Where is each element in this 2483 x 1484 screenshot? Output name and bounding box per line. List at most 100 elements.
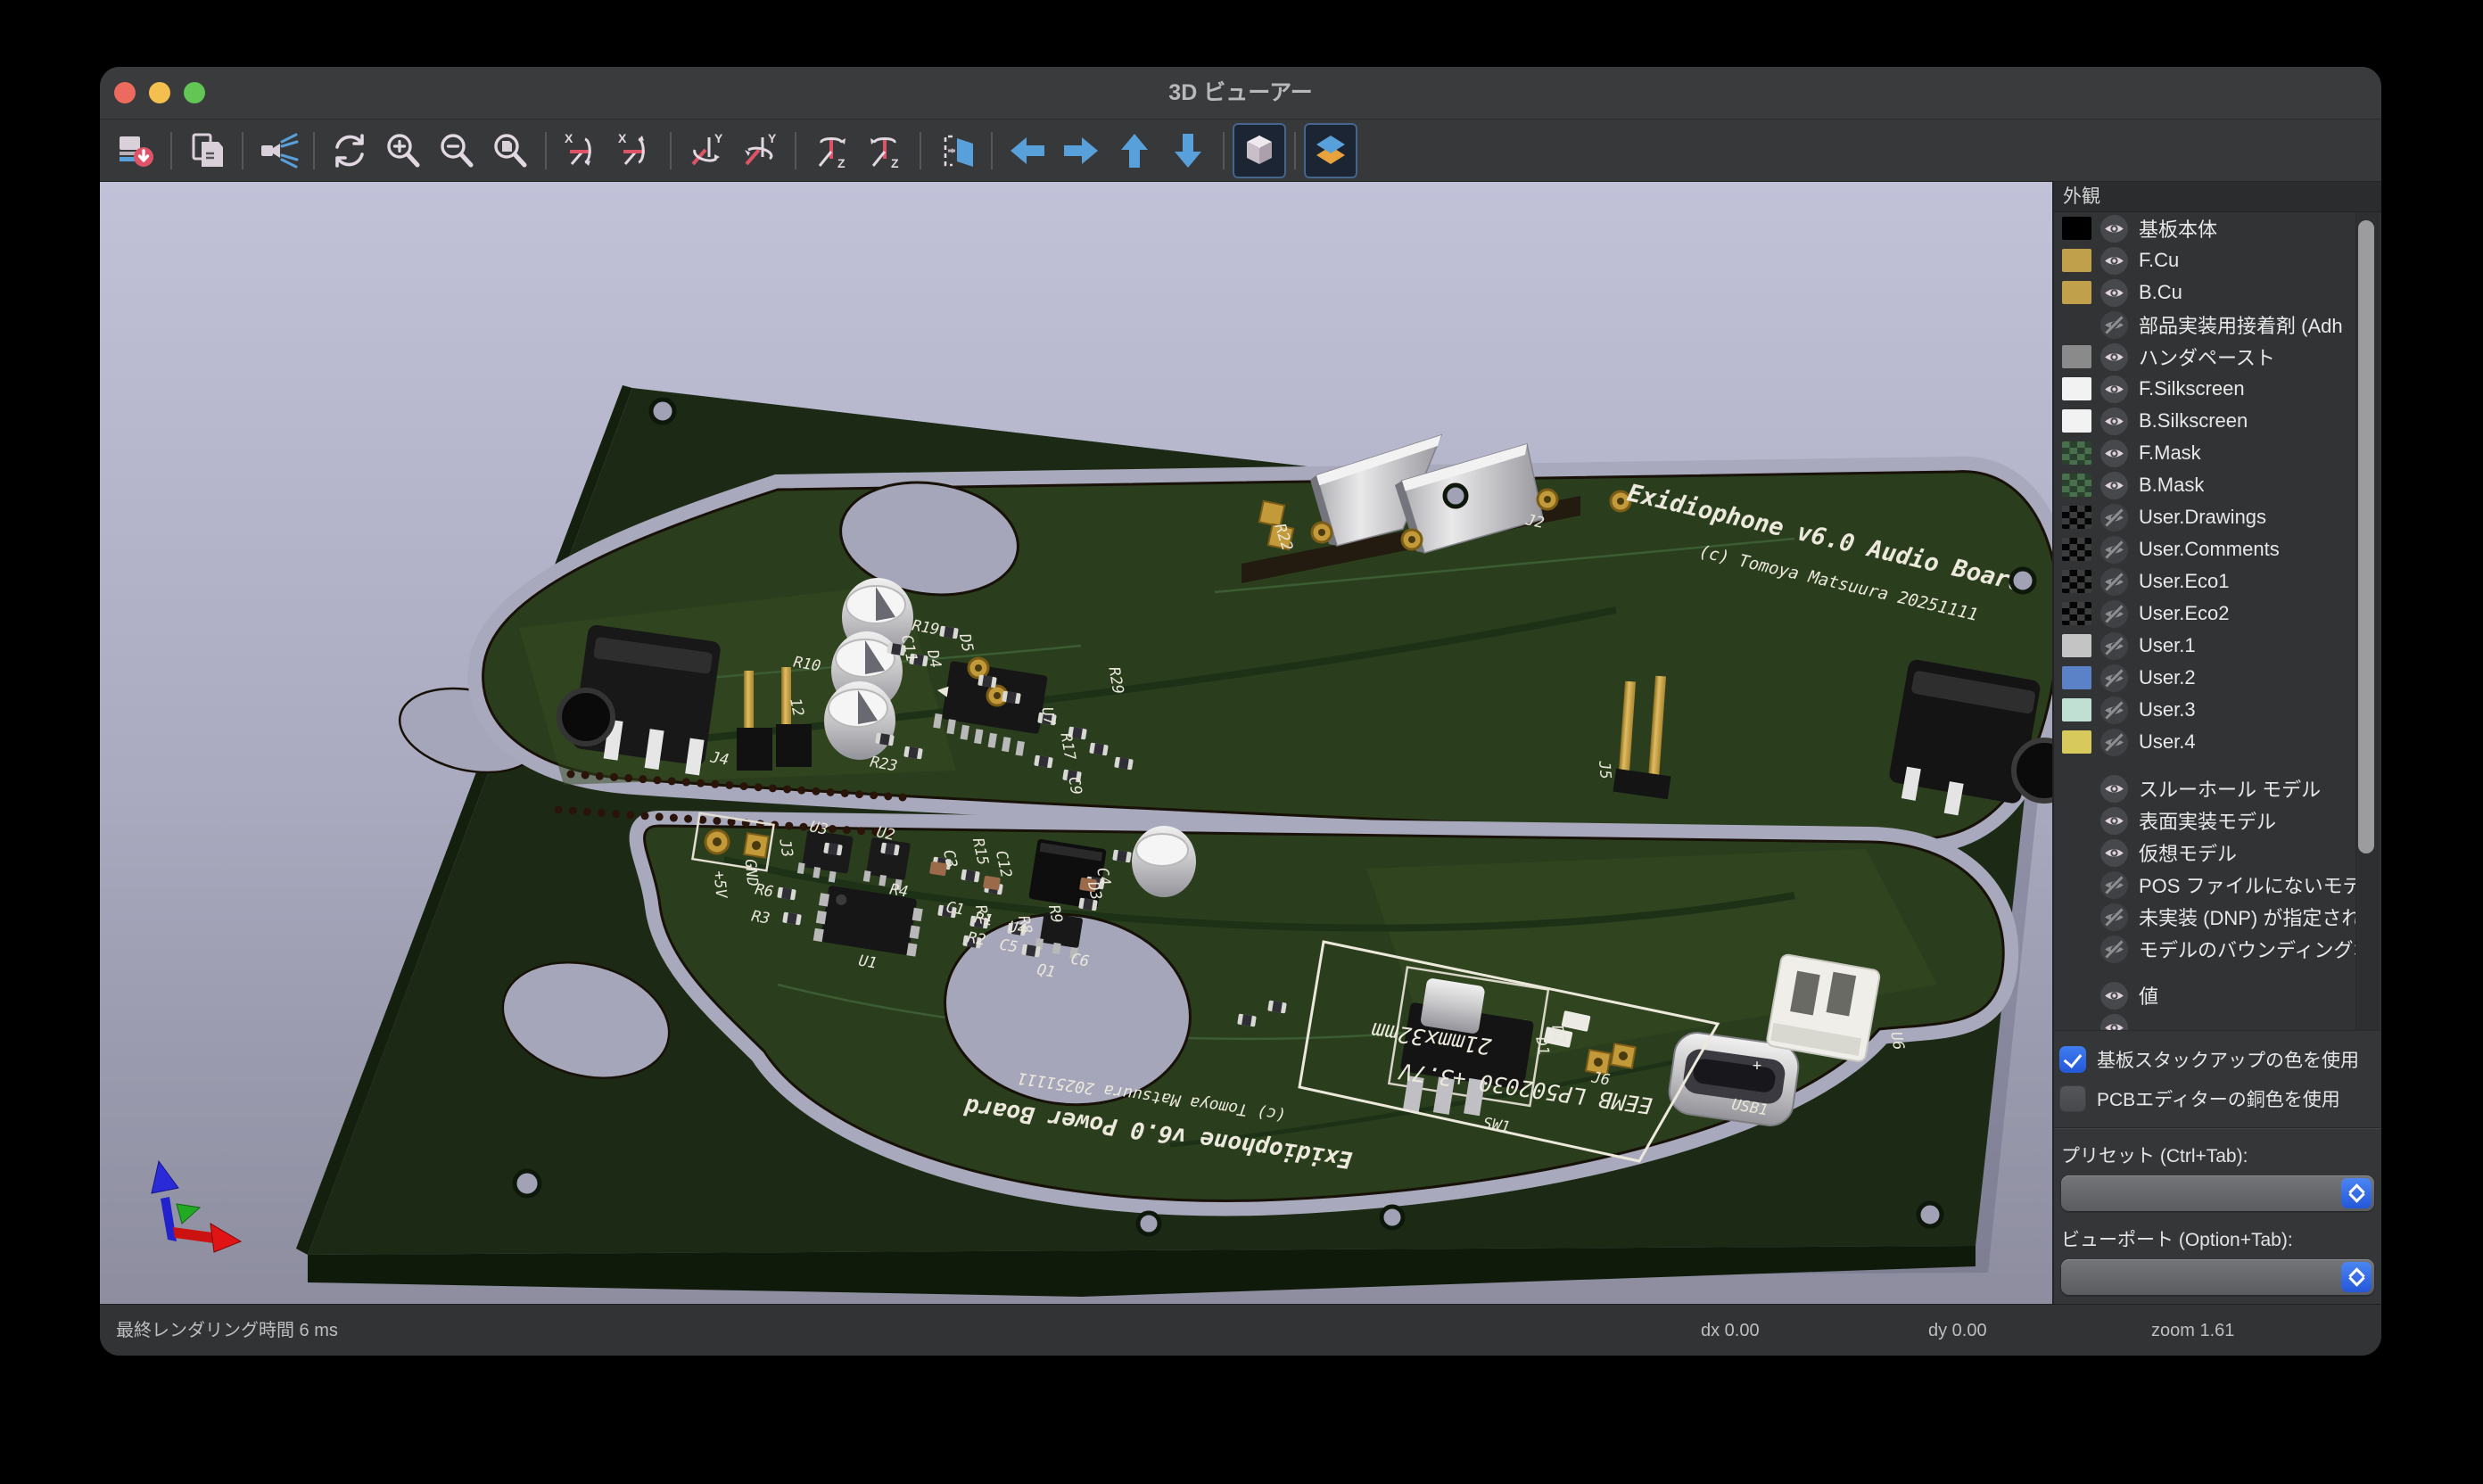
dropdown-stepper-icon[interactable] <box>2341 1262 2372 1292</box>
visibility-eye-icon[interactable] <box>2100 247 2128 275</box>
layer-color-swatch[interactable] <box>2062 698 2091 721</box>
checkbox-row-editor-copper[interactable]: PCBエディターの銅色を使用 <box>2059 1079 2381 1118</box>
layer-color-swatch[interactable] <box>2062 313 2091 336</box>
layer-row[interactable]: スルーホール モデル <box>2054 772 2381 804</box>
visibility-eye-icon[interactable] <box>2100 215 2128 243</box>
layer-row[interactable]: 表面実装モデル <box>2054 804 2381 837</box>
visibility-eye-slash-icon[interactable] <box>2100 903 2128 931</box>
layer-row[interactable]: 未実装 (DNP) が指定され <box>2054 901 2381 933</box>
visibility-eye-icon[interactable] <box>2100 472 2128 499</box>
reload-board-button[interactable] <box>109 123 162 178</box>
layer-row[interactable]: User.1 <box>2054 630 2381 662</box>
visibility-eye-icon[interactable] <box>2100 839 2128 867</box>
layer-row[interactable]: F.Silkscreen <box>2054 373 2381 405</box>
visibility-eye-slash-icon[interactable] <box>2100 311 2128 339</box>
layer-color-swatch[interactable] <box>2062 506 2091 529</box>
zoom-out-button[interactable] <box>430 123 483 178</box>
editor-copper-checkbox[interactable] <box>2059 1085 2086 1112</box>
visibility-eye-icon[interactable] <box>2100 982 2128 1010</box>
layer-row[interactable]: 値 <box>2054 979 2381 1011</box>
preset-dropdown[interactable] <box>2061 1175 2374 1211</box>
visibility-eye-icon[interactable] <box>2100 1014 2128 1032</box>
layer-color-swatch[interactable] <box>2062 345 2091 368</box>
layer-color-swatch[interactable] <box>2062 441 2091 465</box>
visibility-eye-icon[interactable] <box>2100 343 2128 371</box>
layer-color-swatch[interactable] <box>2062 538 2091 561</box>
refresh-view-button[interactable] <box>323 123 376 178</box>
visibility-eye-icon[interactable] <box>2100 279 2128 307</box>
layer-row[interactable]: User.4 <box>2054 726 2381 758</box>
stackup-colors-checkbox[interactable] <box>2059 1046 2086 1073</box>
layer-color-swatch[interactable] <box>2062 634 2091 657</box>
rotate-x-counterclockwise-button[interactable]: X <box>608 123 662 178</box>
pan-left-button[interactable] <box>1001 123 1054 178</box>
layer-row[interactable] <box>2054 1011 2381 1031</box>
layer-row[interactable]: B.Cu <box>2054 276 2381 309</box>
rotate-x-clockwise-button[interactable]: X <box>555 123 608 178</box>
visibility-eye-icon[interactable] <box>2100 375 2128 403</box>
zoom-to-fit-button[interactable] <box>483 123 537 178</box>
orthographic-projection-toggle[interactable] <box>1233 123 1286 178</box>
layer-row[interactable]: B.Silkscreen <box>2054 405 2381 437</box>
layer-row[interactable]: 部品実装用接着剤 (Adh <box>2054 309 2381 341</box>
visibility-eye-slash-icon[interactable] <box>2100 632 2128 660</box>
layer-row[interactable]: モデルのバウンディングボ <box>2054 933 2381 965</box>
visibility-eye-slash-icon[interactable] <box>2100 936 2128 963</box>
layer-row[interactable]: POS ファイルにないモデ <box>2054 869 2381 901</box>
layer-color-swatch[interactable] <box>2062 249 2091 272</box>
layer-color-swatch[interactable] <box>2062 409 2091 433</box>
layer-color-swatch[interactable] <box>2062 474 2091 497</box>
layer-row[interactable]: 仮想モデル <box>2054 837 2381 869</box>
layer-row[interactable]: F.Mask <box>2054 437 2381 469</box>
rotate-z-clockwise-button[interactable]: Z <box>804 123 858 178</box>
title-bar[interactable]: 3D ビューアー <box>100 67 2381 120</box>
visibility-eye-slash-icon[interactable] <box>2100 729 2128 756</box>
viewport-dropdown[interactable] <box>2061 1259 2374 1295</box>
appearance-panel-toggle[interactable] <box>1304 123 1357 178</box>
visibility-eye-slash-icon[interactable] <box>2100 871 2128 899</box>
visibility-eye-slash-icon[interactable] <box>2100 664 2128 692</box>
layer-color-swatch[interactable] <box>2062 666 2091 689</box>
scrollbar-track[interactable] <box>2355 212 2380 1030</box>
layer-color-swatch[interactable] <box>2062 281 2091 304</box>
render-raytracing-button[interactable] <box>252 123 305 178</box>
visibility-eye-slash-icon[interactable] <box>2100 568 2128 596</box>
visibility-eye-icon[interactable] <box>2100 775 2128 803</box>
rotate-z-counterclockwise-button[interactable]: Z <box>858 123 912 178</box>
layer-row[interactable]: User.Comments <box>2054 533 2381 565</box>
layer-color-swatch[interactable] <box>2062 602 2091 625</box>
layer-row[interactable]: User.Drawings <box>2054 501 2381 533</box>
visibility-eye-slash-icon[interactable] <box>2100 697 2128 724</box>
visibility-eye-icon[interactable] <box>2100 807 2128 835</box>
layer-row[interactable]: User.Eco1 <box>2054 565 2381 598</box>
layer-row[interactable]: B.Mask <box>2054 469 2381 501</box>
rotate-y-clockwise-button[interactable]: Y <box>680 123 733 178</box>
layer-row[interactable]: User.2 <box>2054 662 2381 694</box>
layer-row[interactable]: User.3 <box>2054 694 2381 726</box>
layer-color-swatch[interactable] <box>2062 377 2091 400</box>
layer-list[interactable]: 基板本体F.CuB.Cu部品実装用接着剤 (AdhハンダペーストF.Silksc… <box>2054 212 2381 1031</box>
copy-image-button[interactable] <box>180 123 234 178</box>
layer-row[interactable]: 基板本体 <box>2054 212 2381 244</box>
visibility-eye-icon[interactable] <box>2100 440 2128 467</box>
scrollbar-thumb[interactable] <box>2358 220 2374 853</box>
layer-color-swatch[interactable] <box>2062 730 2091 754</box>
pan-right-button[interactable] <box>1054 123 1108 178</box>
layer-row[interactable]: F.Cu <box>2054 244 2381 276</box>
layer-row[interactable]: User.Eco2 <box>2054 598 2381 630</box>
pan-down-button[interactable] <box>1161 123 1215 178</box>
dropdown-stepper-icon[interactable] <box>2341 1178 2372 1208</box>
flip-board-button[interactable] <box>929 123 983 178</box>
visibility-eye-slash-icon[interactable] <box>2100 536 2128 564</box>
layer-color-swatch[interactable] <box>2062 570 2091 593</box>
visibility-eye-slash-icon[interactable] <box>2100 504 2128 532</box>
visibility-eye-icon[interactable] <box>2100 408 2128 435</box>
rotate-y-counterclockwise-button[interactable]: Y <box>733 123 787 178</box>
checkbox-row-stackup-colors[interactable]: 基板スタックアップの色を使用 <box>2059 1040 2381 1079</box>
layer-row[interactable]: ハンダペースト <box>2054 341 2381 373</box>
zoom-in-button[interactable] <box>376 123 430 178</box>
layer-color-swatch[interactable] <box>2062 217 2091 240</box>
visibility-eye-slash-icon[interactable] <box>2100 600 2128 628</box>
pan-up-button[interactable] <box>1108 123 1161 178</box>
3d-canvas[interactable]: Exidiophone v6.0 Audio Board (c) Tomoya … <box>100 182 2052 1304</box>
